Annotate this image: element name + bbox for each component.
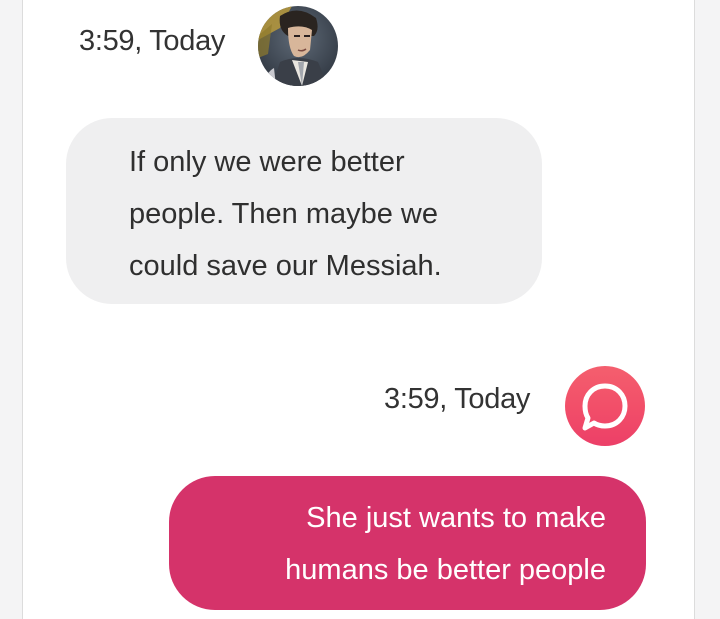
message-timestamp: 3:59, Today [384,383,531,415]
message-text-line: She just wants to make [306,502,606,534]
incoming-message-bubble[interactable]: If only we were better people. Then mayb… [66,118,542,304]
user-avatar[interactable] [565,366,645,446]
right-gutter [695,0,720,619]
message-text-line: people. Then maybe we [129,198,439,230]
message-text-line: could save our Messiah. [129,250,442,282]
character-portrait-avatar [258,6,338,86]
message-text-line: humans be better people [285,554,606,586]
speech-bubble-logo-icon [582,383,628,431]
character-avatar[interactable] [258,6,338,86]
outgoing-message-bubble[interactable]: She just wants to make humans be better … [169,476,646,610]
left-gutter [0,0,22,619]
message-text-line: If only we were better [129,146,405,178]
message-timestamp: 3:59, Today [79,25,226,57]
